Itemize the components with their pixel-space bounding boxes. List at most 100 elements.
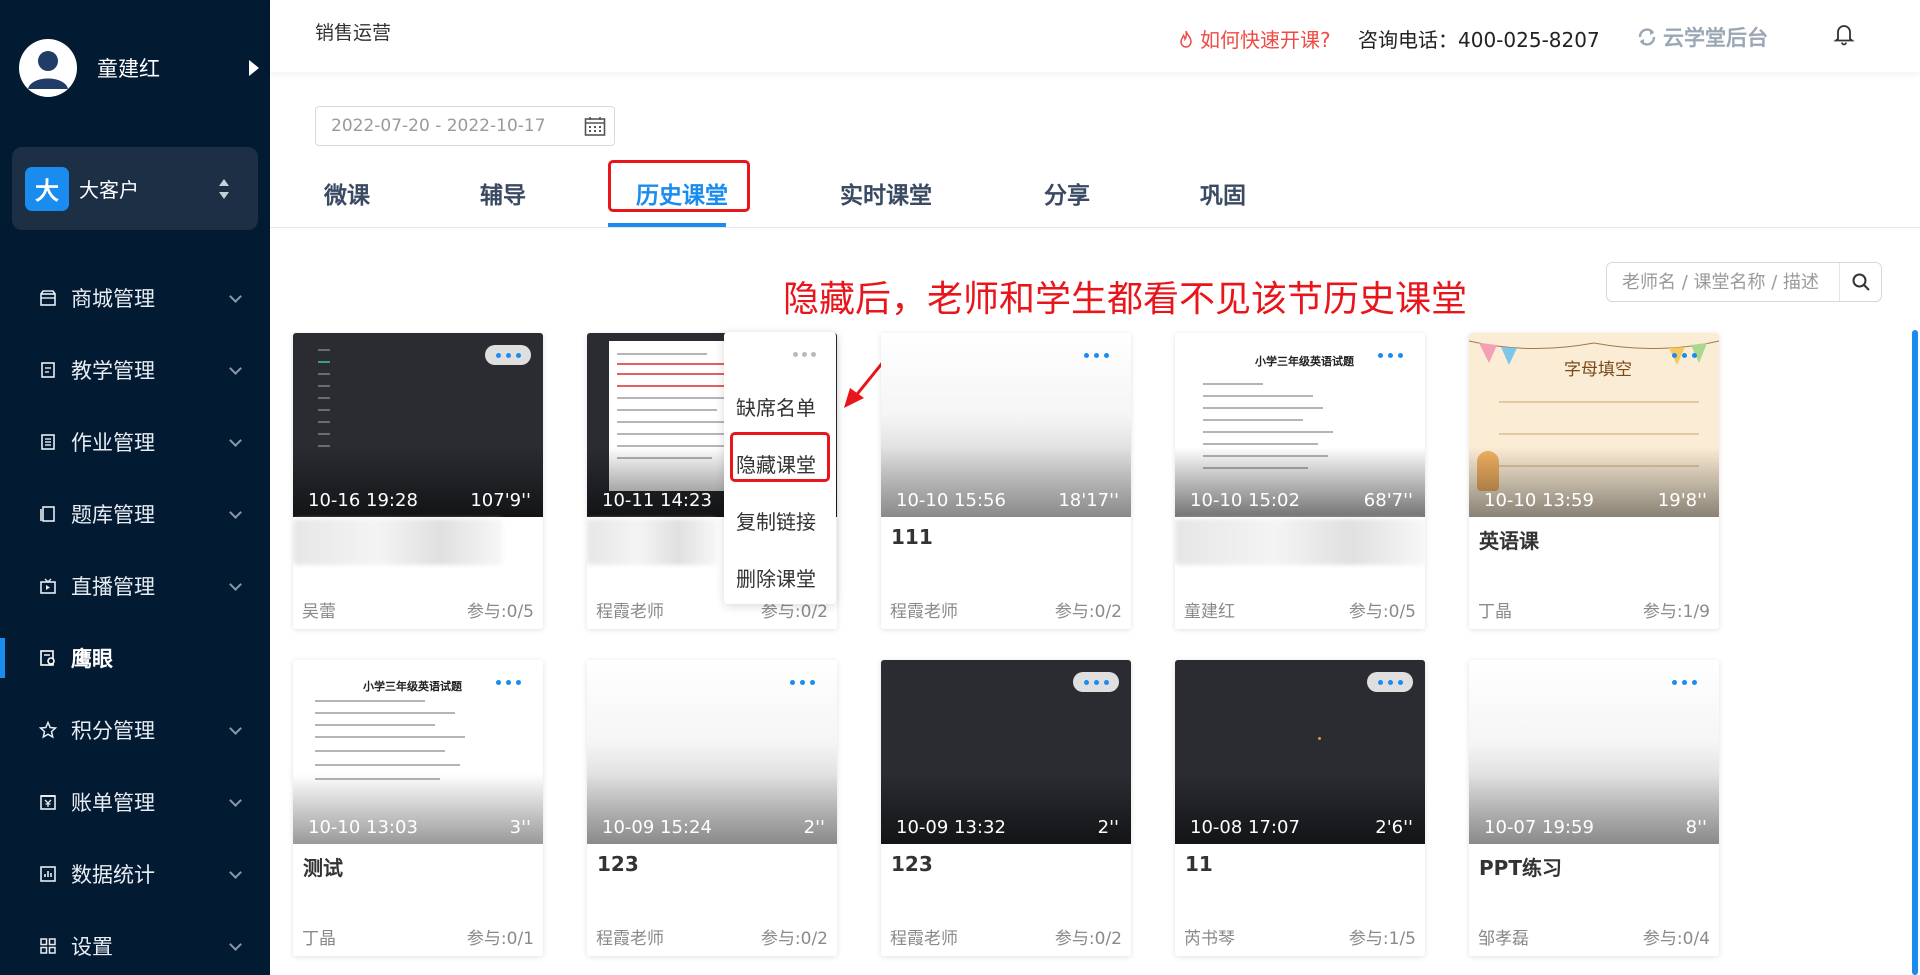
chevron-down-icon <box>229 578 242 591</box>
card-thumbnail: 小学三年级英语试题 10-10 15:02 68'7'' <box>1175 333 1425 517</box>
app-root: 童建红 大 大客户 商城管理 教学管理 作业管理 题库管理 直播管理 鹰眼 积分… <box>0 0 1920 975</box>
sidebar-item-points[interactable]: 积分管理 <box>0 694 270 766</box>
class-card[interactable]: 小学三年级英语试题 10-10 15:02 68'7'' 童建红 参与:0/5 <box>1175 333 1425 629</box>
card-duration: 19'8'' <box>1657 490 1707 511</box>
menu-item-absence-list[interactable]: 缺席名单 <box>736 392 816 421</box>
expand-arrow-icon[interactable] <box>249 60 259 76</box>
shop-icon <box>38 288 58 308</box>
class-card[interactable]: 10-09 15:24 2'' 123 程霞老师 参与:0/2 <box>587 660 837 956</box>
tab-micro-course[interactable]: 微课 <box>324 176 370 210</box>
card-title: 11 <box>1185 852 1213 876</box>
user-profile[interactable]: 童建红 <box>19 38 259 98</box>
card-thumbnail: 10-10 15:56 18'17'' <box>881 333 1131 517</box>
org-badge: 大 <box>25 166 69 211</box>
chevron-down-icon <box>229 722 242 735</box>
date-range-picker[interactable]: 2022-07-20 - 2022-10-17 <box>315 106 615 146</box>
more-options-icon[interactable] <box>793 352 816 357</box>
annotation-text: 隐藏后，老师和学生都看不见该节历史课堂 <box>783 279 1468 320</box>
card-duration: 68'7'' <box>1363 490 1413 511</box>
tab-consolidate[interactable]: 巩固 <box>1200 176 1246 210</box>
top-header: 销售运营 如何快速开课? 咨询电话：400-025-8207 云学堂后台 <box>270 0 1920 72</box>
sidebar-item-live[interactable]: 直播管理 <box>0 550 270 622</box>
points-icon <box>38 720 58 740</box>
card-time: 10-16 19:28 <box>308 490 418 511</box>
more-options-button[interactable] <box>1661 672 1707 692</box>
card-time: 10-10 15:56 <box>896 490 1006 511</box>
sidebar-item-question-bank[interactable]: 题库管理 <box>0 478 270 550</box>
card-duration: 2'' <box>1097 817 1119 838</box>
more-options-button[interactable] <box>1367 672 1413 692</box>
sidebar-item-label: 直播管理 <box>71 575 155 599</box>
bell-icon[interactable] <box>1832 22 1856 46</box>
more-options-button[interactable] <box>485 345 531 365</box>
more-options-button[interactable] <box>1073 672 1119 692</box>
backend-label: 云学堂后台 <box>1663 26 1768 50</box>
card-thumbnail: 字母填空 10-10 13:59 19'8'' <box>1469 333 1719 517</box>
card-participation: 参与:0/2 <box>1054 929 1122 949</box>
refresh-icon <box>1638 28 1656 46</box>
menu-item-delete-class[interactable]: 删除课堂 <box>736 563 816 592</box>
scrollbar[interactable] <box>1912 330 1918 975</box>
chevron-down-icon <box>229 866 242 879</box>
sidebar-item-label: 数据统计 <box>71 863 155 887</box>
sidebar-item-settings[interactable]: 设置 <box>0 910 270 975</box>
sidebar-item-label: 积分管理 <box>71 719 155 743</box>
more-options-button[interactable] <box>1661 345 1707 365</box>
chevron-down-icon <box>229 290 242 303</box>
kids-title: 字母填空 <box>1564 360 1632 380</box>
backend-link[interactable]: 云学堂后台 <box>1636 22 1768 52</box>
sidebar-item-homework[interactable]: 作业管理 <box>0 406 270 478</box>
card-time: 10-10 13:03 <box>308 817 418 838</box>
more-options-button[interactable] <box>1367 345 1413 365</box>
sidebar-item-label: 鹰眼 <box>71 647 113 671</box>
card-title: 123 <box>891 852 933 876</box>
card-time: 10-07 19:59 <box>1484 817 1594 838</box>
blurred-title <box>587 519 717 565</box>
sidebar-item-eagle-eye[interactable]: 鹰眼 <box>0 622 270 694</box>
teaching-icon <box>38 360 58 380</box>
card-time: 10-09 13:32 <box>896 817 1006 838</box>
quick-start-link[interactable]: 如何快速开课? <box>1178 24 1331 53</box>
class-card[interactable]: 10-09 13:32 2'' 123 程霞老师 参与:0/2 <box>881 660 1131 956</box>
search-input[interactable] <box>1607 263 1843 301</box>
class-card[interactable]: 10-08 17:07 2'6'' 11 芮书琴 参与:1/5 <box>1175 660 1425 956</box>
tab-share[interactable]: 分享 <box>1044 176 1090 210</box>
sidebar-item-stats[interactable]: 数据统计 <box>0 838 270 910</box>
sidebar-item-bill[interactable]: 账单管理 <box>0 766 270 838</box>
tab-tutoring[interactable]: 辅导 <box>480 176 526 210</box>
card-thumbnail: 10-16 19:28 107'9'' <box>293 333 543 517</box>
sidebar: 童建红 大 大客户 商城管理 教学管理 作业管理 题库管理 直播管理 鹰眼 积分… <box>0 0 270 975</box>
more-options-button[interactable] <box>485 672 531 692</box>
class-card[interactable]: 10-07 19:59 8'' PPT练习 邹孝磊 参与:0/4 <box>1469 660 1719 956</box>
doc-title: 小学三年级英语试题 <box>1255 355 1354 368</box>
sort-updown-icon <box>218 179 230 201</box>
menu-item-copy-link[interactable]: 复制链接 <box>736 506 816 535</box>
search-button[interactable] <box>1839 263 1881 301</box>
org-switcher[interactable]: 大 大客户 <box>12 147 258 230</box>
card-teacher: 程霞老师 <box>596 602 664 622</box>
sidebar-item-teaching[interactable]: 教学管理 <box>0 334 270 406</box>
class-card[interactable]: 10-10 15:56 18'17'' 111 程霞老师 参与:0/2 <box>881 333 1131 629</box>
sidebar-item-label: 商城管理 <box>71 287 155 311</box>
user-avatar-icon <box>28 51 68 89</box>
card-teacher: 芮书琴 <box>1184 929 1235 949</box>
card-title: PPT练习 <box>1479 856 1562 880</box>
class-card[interactable]: 小学三年级英语试题 10-10 13:03 3'' 测试 丁晶 参与:0/1 <box>293 660 543 956</box>
card-duration: 8'' <box>1685 817 1707 838</box>
consult-phone: 咨询电话：400-025-8207 <box>1358 28 1600 52</box>
chevron-down-icon <box>229 938 242 951</box>
org-name: 大客户 <box>79 178 139 202</box>
card-thumbnail: 10-07 19:59 8'' <box>1469 660 1719 844</box>
class-card[interactable]: 10-16 19:28 107'9'' 吴蕾 参与:0/5 <box>293 333 543 629</box>
class-card[interactable]: 字母填空 10-10 13:59 19'8'' 英语课 丁晶 参与:1/9 <box>1469 333 1719 629</box>
more-options-button[interactable] <box>1073 345 1119 365</box>
avatar <box>19 39 77 97</box>
search-box <box>1606 262 1882 302</box>
sidebar-item-label: 设置 <box>71 935 113 959</box>
calendar-icon <box>584 117 606 136</box>
tab-bar: 微课 辅导 历史课堂 实时课堂 分享 巩固 <box>270 160 1920 228</box>
more-options-button[interactable] <box>779 672 825 692</box>
sidebar-item-shop[interactable]: 商城管理 <box>0 262 270 334</box>
tab-live-class[interactable]: 实时课堂 <box>840 176 932 210</box>
card-time: 10-10 13:59 <box>1484 490 1594 511</box>
